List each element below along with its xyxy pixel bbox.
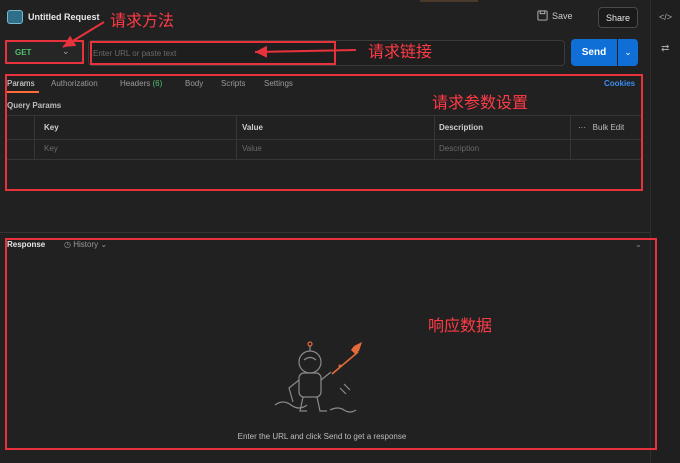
annotation-label-params: 请求参数设置 — [432, 93, 529, 112]
annotation-label-response: 响应数据 — [428, 316, 493, 335]
annotation-label-method: 请求方法 — [110, 11, 175, 30]
annotation-arrows — [62, 21, 357, 58]
annotation-label-url: 请求链接 — [368, 42, 433, 61]
